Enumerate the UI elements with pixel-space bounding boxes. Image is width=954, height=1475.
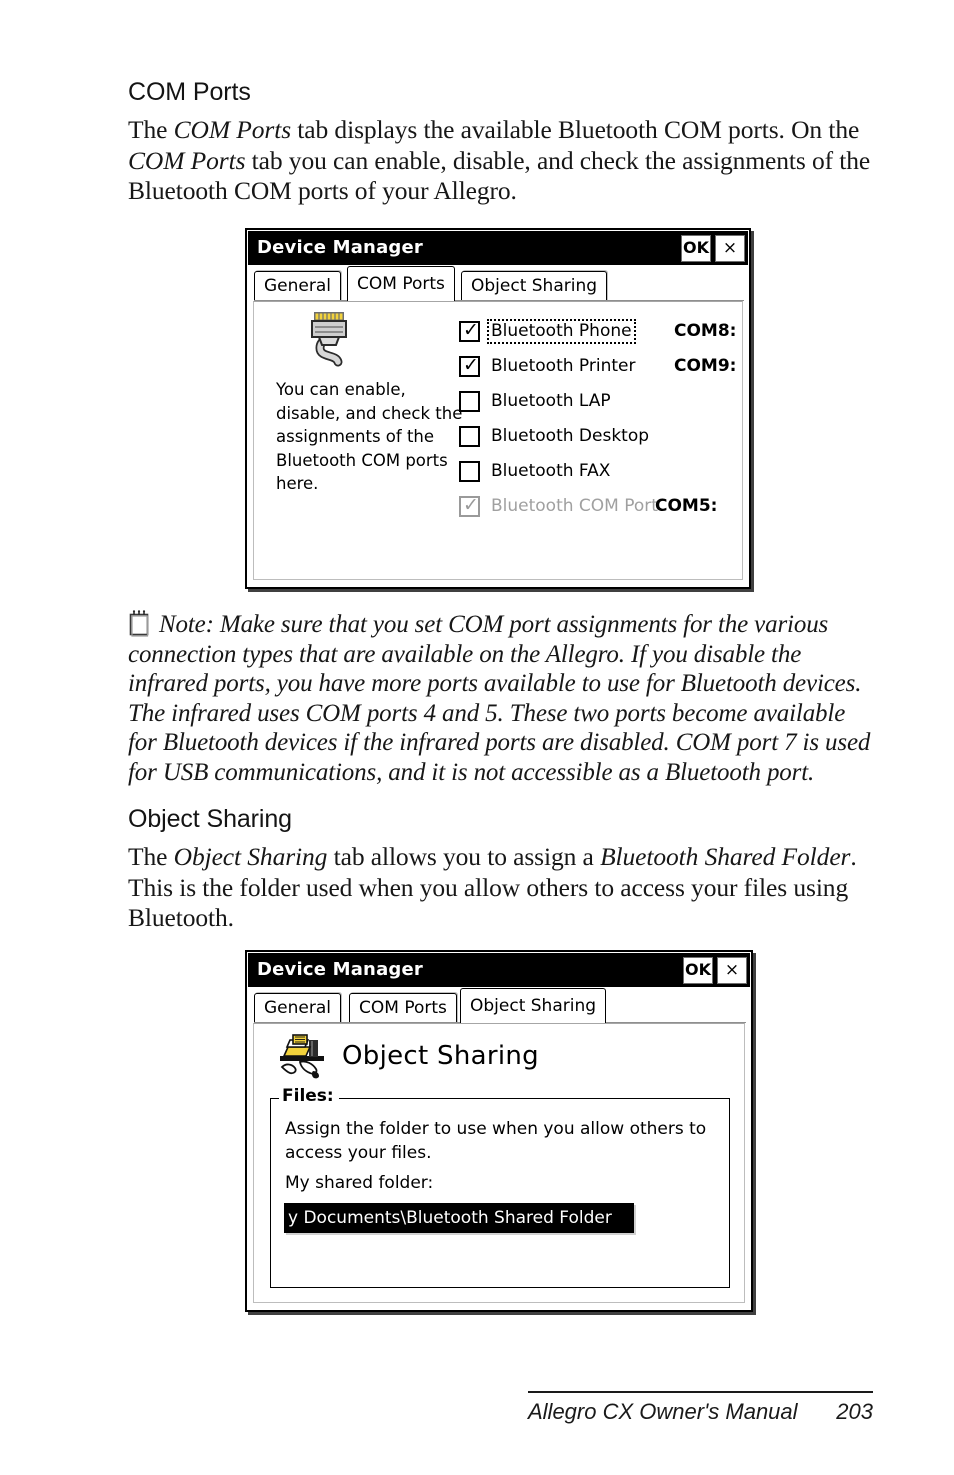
port-row[interactable]: Bluetooth Desktop: [459, 419, 749, 454]
port-checkbox-list: ✓ Bluetooth Phone COM8: ✓ Bluetooth Prin…: [459, 314, 749, 524]
text-frag: The: [128, 842, 174, 871]
checkbox-bluetooth-printer[interactable]: ✓: [459, 354, 480, 377]
section-object-sharing: Object Sharing The Object Sharing tab al…: [128, 805, 873, 934]
tab-object-sharing[interactable]: Object Sharing: [461, 271, 608, 301]
files-groupbox: Files: Assign the folder to use when you…: [270, 1088, 730, 1288]
dialog-inner: Device Manager OK × General COM Ports Ob…: [247, 230, 749, 587]
groupbox-legend: Files:: [279, 1088, 339, 1105]
tab-strip: General COM Ports Object Sharing: [248, 987, 750, 1023]
note-block: Note: Make sure that you set COM port as…: [128, 610, 873, 787]
port-com-value: COM8:: [674, 321, 737, 341]
section-com-ports: COM Ports The COM Ports tab displays the…: [128, 78, 873, 207]
checkbox-bluetooth-lap[interactable]: [459, 391, 480, 412]
paragraph-object-sharing: The Object Sharing tab allows you to ass…: [128, 842, 873, 934]
shared-folder-input[interactable]: y Documents\Bluetooth Shared Folder: [284, 1203, 634, 1233]
port-label: Bluetooth COM Port: [491, 496, 658, 516]
footer-manual-title: Allegro CX Owner's Manual: [528, 1399, 798, 1424]
port-row[interactable]: ✓ Bluetooth Phone COM8:: [459, 314, 749, 349]
checkbox-bluetooth-desktop[interactable]: [459, 426, 480, 447]
ok-button[interactable]: OK: [683, 956, 713, 984]
check-icon: ✓: [463, 494, 479, 516]
check-icon: ✓: [463, 319, 479, 341]
checkbox-bluetooth-com-port: ✓: [459, 494, 480, 517]
port-label: Bluetooth LAP: [491, 391, 611, 411]
port-row[interactable]: Bluetooth LAP: [459, 384, 749, 419]
panel-title: Object Sharing: [342, 1041, 539, 1071]
page-title-com-ports: COM Ports: [128, 78, 251, 106]
manual-page: COM Ports The COM Ports tab displays the…: [0, 0, 954, 1475]
text-frag: tab allows you to assign a: [327, 842, 601, 871]
port-row[interactable]: Bluetooth FAX: [459, 454, 749, 489]
dialog-title: Device Manager: [257, 237, 423, 258]
text-frag: The: [128, 115, 174, 144]
dialog-inner: Device Manager OK × General COM Ports Ob…: [247, 952, 751, 1310]
text-em: Object Sharing: [173, 842, 328, 871]
groupbox-description: Assign the folder to use when you allow …: [285, 1119, 707, 1163]
shared-folder-icon: [276, 1030, 328, 1082]
text-em: Bluetooth Shared Folder: [600, 842, 851, 871]
tab-object-sharing[interactable]: Object Sharing: [460, 988, 607, 1023]
dialog-title: Device Manager: [257, 959, 423, 980]
shared-folder-label: My shared folder:: [285, 1173, 434, 1193]
note-paragraph: Note: Make sure that you set COM port as…: [128, 610, 873, 787]
port-label: Bluetooth Desktop: [491, 426, 650, 446]
notepad-icon: [128, 610, 150, 637]
port-label: Bluetooth Printer: [491, 356, 636, 376]
text-em: COM Ports: [173, 115, 292, 144]
serial-cable-icon: [302, 310, 364, 368]
panel-object-sharing: Object Sharing Files: Assign the folder …: [253, 1023, 745, 1303]
page-number: 203: [836, 1399, 873, 1424]
port-row[interactable]: ✓ Bluetooth Printer COM9:: [459, 349, 749, 384]
page-footer: Allegro CX Owner's Manual 203: [528, 1391, 873, 1425]
footer-divider: [528, 1391, 873, 1393]
text-frag: tab displays the available Bluetooth COM…: [291, 115, 860, 144]
dialog-titlebar: Device Manager OK ×: [248, 231, 748, 265]
port-label: Bluetooth Phone: [487, 319, 636, 344]
port-com-value: COM9:: [674, 356, 737, 376]
tab-general[interactable]: General: [254, 271, 341, 301]
tab-strip: General COM Ports Object Sharing: [248, 265, 748, 301]
device-manager-dialog-object-sharing[interactable]: Device Manager OK × General COM Ports Ob…: [245, 950, 753, 1312]
check-icon: ✓: [463, 354, 479, 376]
port-label: Bluetooth FAX: [491, 461, 611, 481]
ok-button[interactable]: OK: [681, 234, 711, 262]
com-ports-help-text: You can enable, disable, and check the a…: [276, 380, 463, 493]
page-title-object-sharing: Object Sharing: [128, 805, 292, 833]
tab-com-ports[interactable]: COM Ports: [347, 266, 455, 301]
close-icon[interactable]: ×: [715, 234, 745, 262]
port-row: ✓ Bluetooth COM Port COM5:: [459, 489, 749, 524]
shared-folder-value: y Documents\Bluetooth Shared Folder: [286, 1205, 632, 1231]
tab-com-ports[interactable]: COM Ports: [349, 993, 457, 1023]
note-text: Note: Make sure that you set COM port as…: [128, 611, 871, 786]
close-icon[interactable]: ×: [717, 956, 747, 984]
panel-com-ports: You can enable, disable, and check the a…: [253, 301, 743, 580]
tab-general[interactable]: General: [254, 993, 341, 1023]
checkbox-bluetooth-fax[interactable]: [459, 461, 480, 482]
checkbox-bluetooth-phone[interactable]: ✓: [459, 319, 480, 342]
port-com-value: COM5:: [655, 496, 718, 516]
paragraph-com-ports: The COM Ports tab displays the available…: [128, 115, 873, 207]
device-manager-dialog-com-ports[interactable]: Device Manager OK × General COM Ports Ob…: [245, 228, 751, 589]
text-em: COM Ports: [128, 145, 246, 175]
object-sharing-header: Object Sharing: [276, 1030, 539, 1082]
dialog-titlebar: Device Manager OK ×: [248, 953, 750, 987]
